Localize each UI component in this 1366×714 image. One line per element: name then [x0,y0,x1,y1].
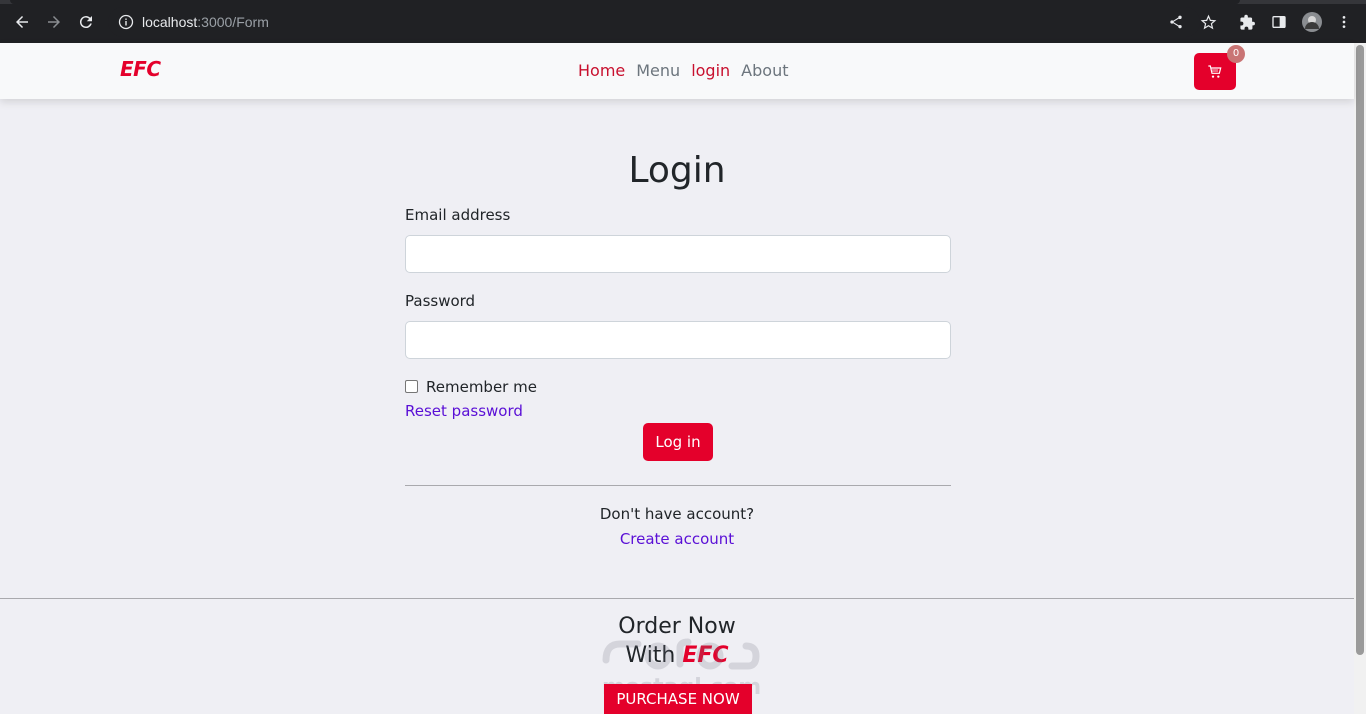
reset-password-link[interactable]: Reset password [405,402,523,420]
brand-inline-logo: EFC [682,643,729,668]
nav-link-login[interactable]: login [691,61,730,80]
with-efc-heading: With EFC [0,643,1354,668]
forward-icon[interactable] [43,11,65,33]
browser-menu-icon[interactable] [1335,13,1353,31]
nav-link-home[interactable]: Home [578,61,625,80]
footer-divider [0,598,1354,599]
create-account-row: Create account [0,529,1354,548]
active-tab[interactable] [10,0,1240,4]
tab-strip [0,0,1366,4]
remember-me-checkbox[interactable] [405,380,418,393]
password-label: Password [405,292,476,310]
purchase-now-button[interactable]: PURCHASE NOW [604,684,752,714]
nav-links: Home Menu login About [578,61,799,80]
site-navbar: EFC Home Menu login About [0,43,1354,99]
reload-icon[interactable] [75,11,97,33]
email-label: Email address [405,206,511,224]
password-field[interactable] [405,321,951,359]
share-icon[interactable] [1167,13,1185,31]
scrollbar-thumb[interactable] [1356,45,1364,655]
email-field[interactable] [405,235,951,273]
back-icon[interactable] [11,11,33,33]
url-text: localhost:3000/Form [142,14,269,30]
profile-avatar[interactable] [1302,12,1322,32]
create-account-link[interactable]: Create account [620,530,734,548]
page-title: Login [628,150,726,191]
no-account-text: Don't have account? [599,505,755,523]
remember-me-label: Remember me [426,378,537,396]
nav-link-about[interactable]: About [741,61,788,80]
login-button[interactable]: Log in [643,423,713,461]
browser-toolbar: localhost:3000/Form [0,0,1366,43]
with-text: With [625,643,676,668]
shopping-cart-icon [1208,64,1222,78]
brand-logo[interactable]: EFC [120,57,161,81]
site-info-icon[interactable] [118,14,134,30]
side-panel-icon[interactable] [1270,13,1288,31]
nav-link-menu[interactable]: Menu [636,61,680,80]
order-now-heading: Order Now [618,614,736,639]
form-divider [405,485,951,486]
bookmark-star-icon[interactable] [1199,13,1217,31]
cart-count-badge: 0 [1227,45,1245,63]
page-scrollbar[interactable] [1354,43,1366,714]
extensions-puzzle-icon[interactable] [1238,13,1256,31]
address-bar[interactable]: localhost:3000/Form [108,7,1200,37]
